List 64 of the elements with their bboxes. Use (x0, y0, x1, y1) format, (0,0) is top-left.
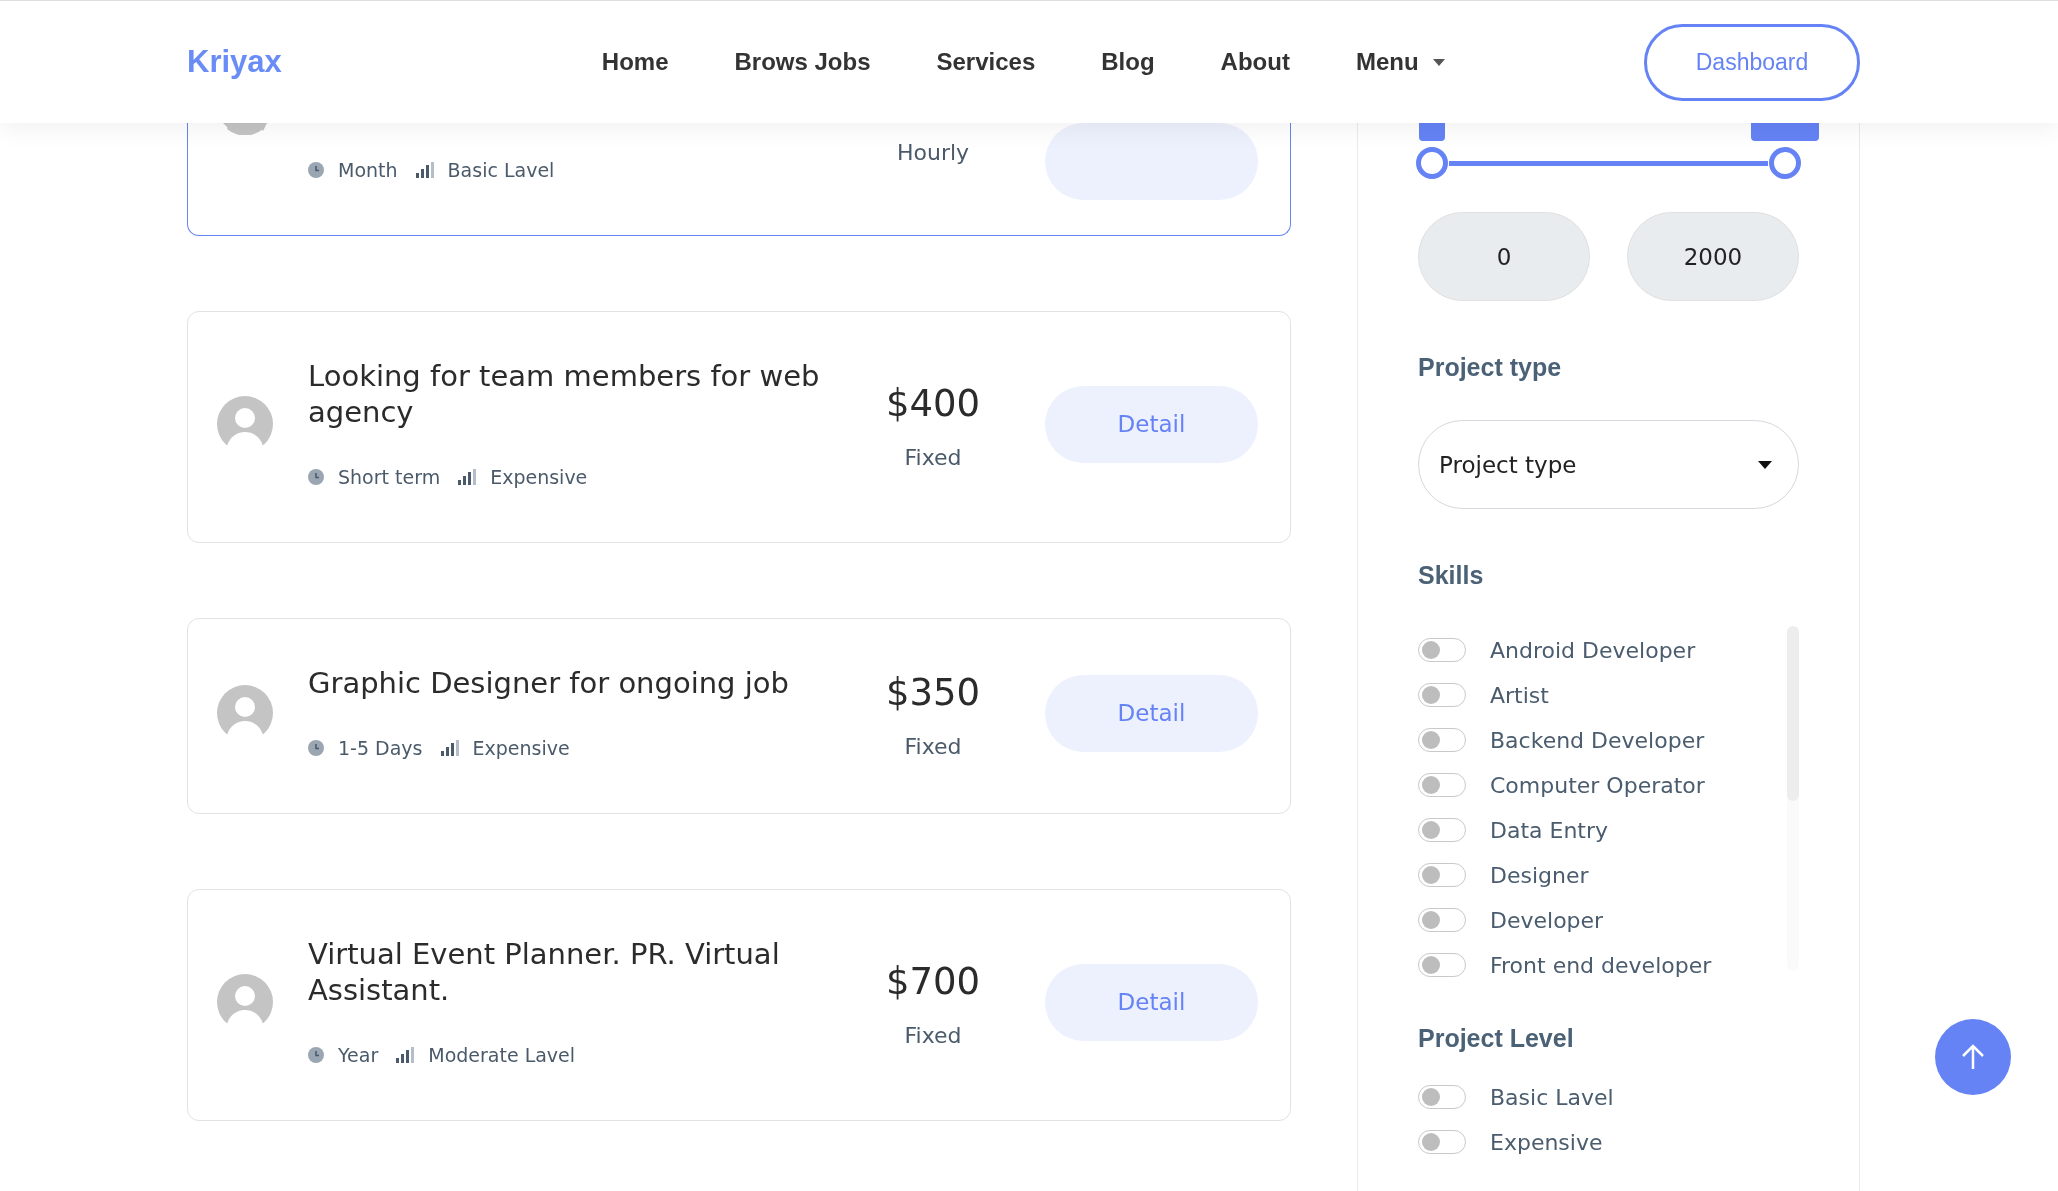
signal-bars-icon (396, 1047, 415, 1063)
level-label: Expensive (1490, 1129, 1603, 1155)
nav-link[interactable]: Menu (1355, 48, 1445, 76)
price-text: $400 (885, 380, 981, 427)
duration-text: Month (338, 159, 398, 181)
min-value-field[interactable]: 0 (1418, 212, 1590, 301)
avatar-icon (217, 396, 273, 452)
nav-link[interactable]: Home (601, 48, 669, 76)
pay-type-text: Hourly (896, 140, 970, 165)
signal-bars-icon (440, 740, 459, 756)
toggle-switch[interactable] (1418, 728, 1466, 752)
signal-bars-icon (458, 469, 477, 485)
skill-label: Designer (1490, 862, 1589, 888)
skill-label: Android Developer (1490, 637, 1696, 663)
level-text: Basic Lavel (447, 159, 555, 181)
section-heading: Project type (1418, 353, 1563, 382)
clock-icon (308, 1047, 324, 1063)
skill-label: Front end developer (1490, 952, 1712, 978)
skill-label: Artist (1490, 682, 1549, 708)
skill-label: Backend Developer (1490, 727, 1705, 753)
caret-icon (1758, 460, 1772, 469)
toggle-switch[interactable] (1418, 1085, 1466, 1109)
avatar-icon (217, 974, 273, 1030)
job-title[interactable]: Virtual Event Planner. PR. Virtual Assistant. (308, 936, 828, 1008)
job-title[interactable]: Graphic Designer for ongoing job (308, 665, 828, 701)
duration-text: Year (338, 1044, 379, 1066)
toggle-switch[interactable] (1418, 683, 1466, 707)
level-text: Moderate Lavel (428, 1044, 576, 1066)
clock-icon (308, 740, 324, 756)
price-text: $350 (885, 669, 981, 716)
skill-label: Data Entry (1490, 817, 1609, 843)
skill-label: Computer Operator (1490, 772, 1705, 798)
signal-bars-icon (415, 162, 434, 178)
toggle-switch[interactable] (1418, 953, 1466, 977)
pay-type-text: Fixed (904, 733, 962, 759)
nav-link[interactable]: Services (936, 48, 1036, 76)
toggle-switch[interactable] (1418, 1130, 1466, 1154)
max-value-field[interactable]: 2000 (1627, 212, 1799, 301)
slider-handle[interactable] (1416, 147, 1448, 179)
level-text: Expensive (490, 466, 588, 488)
nav-link[interactable]: Blog (1101, 48, 1155, 76)
nav-link[interactable]: About (1220, 48, 1290, 76)
nav-link[interactable]: Brows Jobs (734, 48, 871, 76)
duration-text: Short term (338, 466, 441, 488)
section-heading: Project Level (1418, 1024, 1575, 1053)
price-text: $700 (885, 958, 981, 1005)
toggle-switch[interactable] (1418, 908, 1466, 932)
pay-type-text: Fixed (904, 444, 962, 470)
level-text: Expensive (472, 737, 570, 759)
duration-text: 1-5 Days (338, 737, 423, 759)
section-heading: Skills (1418, 561, 1485, 590)
caret-icon (1432, 58, 1445, 66)
skill-label: Developer (1490, 907, 1604, 933)
avatar-icon (217, 685, 273, 741)
job-title[interactable]: Looking for team members for web agency (308, 358, 828, 430)
slider-handle[interactable] (1769, 147, 1801, 179)
toggle-switch[interactable] (1418, 818, 1466, 842)
pay-type-text: Fixed (904, 1022, 962, 1048)
toggle-switch[interactable] (1418, 863, 1466, 887)
toggle-switch[interactable] (1418, 773, 1466, 797)
level-label: Basic Lavel (1490, 1084, 1614, 1110)
toggle-switch[interactable] (1418, 638, 1466, 662)
clock-icon (308, 469, 324, 485)
clock-icon (308, 162, 324, 178)
